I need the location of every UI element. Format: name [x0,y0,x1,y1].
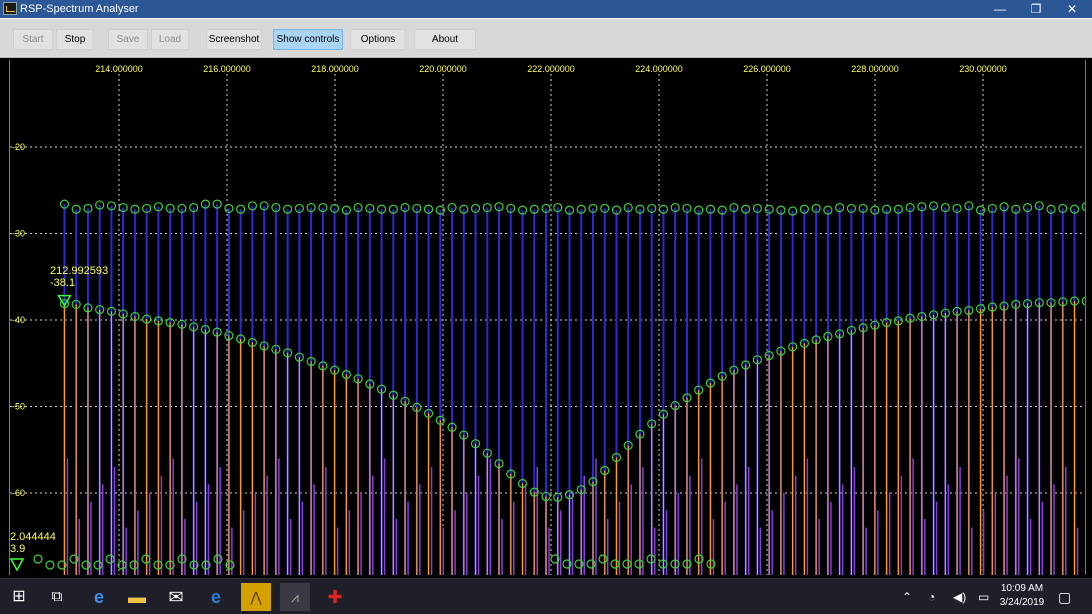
x-tick-label: 224.000000 [635,64,683,74]
marker-2-label: 2.044444 3.9 [10,531,56,555]
clock-time: 10:09 AM [1000,583,1044,594]
load-button[interactable]: Load [151,29,189,50]
spectrum-analyser-icon[interactable]: ⩘ [280,583,310,611]
toolbar: Start Stop Save Load Screenshot Show con… [0,18,1092,58]
about-button[interactable]: About [414,29,476,50]
stop-button[interactable]: Stop [56,29,94,50]
trace-point [1081,296,1085,306]
marker-2-triangle [10,558,25,572]
y-tick-label: -40 [12,315,25,325]
task-view-icon[interactable]: ⧉ [42,583,72,611]
x-tick-label: 214.000000 [95,64,143,74]
volume-icon[interactable]: ◀) [953,587,966,607]
baseline-point [610,559,620,569]
y-tick-label: -50 [12,402,25,412]
show-controls-button[interactable]: Show controls [273,29,343,50]
tool-icon[interactable]: ✚ [320,583,350,611]
title-bar: RSP-Spectrum Analyser — ❐ ✕ [0,0,1092,18]
x-tick-label: 226.000000 [743,64,791,74]
x-tick-label: 216.000000 [203,64,251,74]
ie-icon[interactable]: e [201,583,231,611]
y-tick-label: -30 [12,229,25,239]
app-icon [3,2,17,15]
window-title: RSP-Spectrum Analyser [20,3,139,15]
windows-start-icon[interactable]: ⊞ [4,583,34,611]
close-button[interactable]: ✕ [1056,0,1088,18]
marker-1-frequency: 212.992593 [50,265,109,277]
x-tick-label: 230.000000 [959,64,1007,74]
x-tick-label: 228.000000 [851,64,899,74]
x-tick-label: 222.000000 [527,64,575,74]
options-button[interactable]: Options [350,29,406,50]
restore-button[interactable]: ❐ [1020,0,1052,18]
notification-icon[interactable]: ▢ [1058,587,1071,607]
y-tick-label: -20 [12,142,25,152]
chevron-up-icon[interactable]: ⌃ [902,587,912,607]
x-tick-label: 220.000000 [419,64,467,74]
baseline-point [45,560,55,570]
edge-icon[interactable]: e [84,583,114,611]
clock-date: 3/24/2019 [999,597,1045,608]
wifi-icon[interactable]: ◔ [928,587,935,607]
y-tick-label: -60 [12,488,25,498]
screenshot-button[interactable]: Screenshot [206,29,262,50]
baseline-point [93,560,103,570]
taskbar-clock[interactable]: 10:09 AM 3/24/2019 [995,582,1049,610]
battery-icon[interactable]: ▭ [978,587,989,607]
spectrum-chart: 214.000000 216.000000 218.000000 220.000000… [10,64,1085,575]
baseline-point [105,554,115,564]
mail-icon[interactable]: ✉ [161,583,191,611]
file-explorer-icon[interactable]: ▬ [122,583,152,611]
marker-1-level: -38.1 [50,277,76,289]
sdrplay-icon[interactable]: ⋀ [241,583,271,611]
start-button[interactable]: Start [13,29,53,50]
marker-2-level: 3.9 [10,543,26,555]
baseline-point [622,559,632,569]
minimize-button[interactable]: — [984,0,1016,18]
baseline-point [33,554,43,564]
marker-2-frequency: 2.044444 [10,531,56,543]
x-tick-label: 218.000000 [311,64,359,74]
peak-point [1081,202,1085,212]
spectrum-plot[interactable]: 214.000000 216.000000 218.000000 220.000000… [9,60,1086,575]
marker-1-label: 212.992593 -38.1 [50,265,108,289]
baseline-point [598,554,608,564]
save-button[interactable]: Save [108,29,148,50]
